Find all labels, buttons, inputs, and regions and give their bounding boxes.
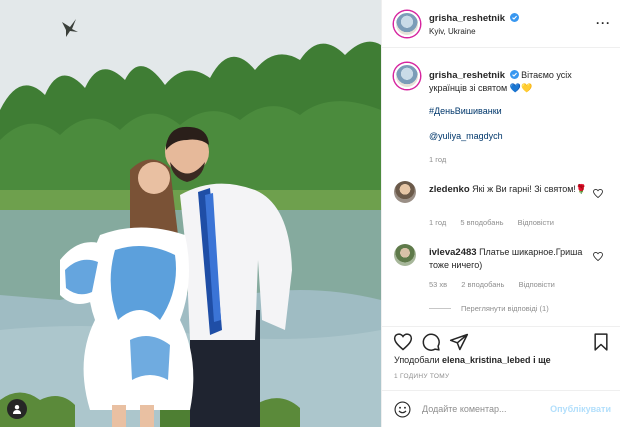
user-tag-button[interactable] xyxy=(7,399,27,419)
likes-suffix[interactable]: і ще xyxy=(533,355,551,365)
user-tag-icon xyxy=(13,405,21,414)
comment-likes[interactable]: 5 вподобань xyxy=(460,218,503,227)
comment-text: zledenko Які ж Ви гарні! Зі святом!🌹 xyxy=(429,183,589,196)
heart-icon[interactable] xyxy=(593,252,603,261)
mention-link[interactable]: @yuliya_magdych xyxy=(429,131,503,141)
hashtag-link[interactable]: #ДеньВишиванки xyxy=(429,106,502,116)
comment-icon[interactable] xyxy=(421,332,441,352)
heart-icon[interactable] xyxy=(593,189,603,198)
more-icon[interactable]: ··· xyxy=(596,17,611,29)
comment-input[interactable] xyxy=(422,399,542,419)
reply-button[interactable]: Відповісти xyxy=(518,218,554,227)
view-replies-label[interactable]: Переглянути відповіді (1) xyxy=(461,304,549,313)
caption-username[interactable]: grisha_reshetnik xyxy=(429,70,505,81)
post-location[interactable]: Kyiv, Ukraine xyxy=(429,27,476,36)
likes-prefix: Уподобали xyxy=(394,355,440,365)
replies-divider xyxy=(429,308,451,309)
caption-text: grisha_reshetnik Вітаємо усіх українців … xyxy=(429,69,609,94)
likes-summary: Уподобали elena_kristina_lebed і ще xyxy=(394,355,551,365)
post-panel: grisha_reshetnik Kyiv, Ukraine ··· grish… xyxy=(381,0,620,427)
publish-button[interactable]: Опублікувати xyxy=(550,404,611,414)
comments-section: grisha_reshetnik Вітаємо усіх українців … xyxy=(382,49,620,326)
commenter-username[interactable]: zledenko xyxy=(429,184,470,195)
photo-scene xyxy=(0,0,381,427)
author-avatar[interactable] xyxy=(394,11,420,37)
likes-user[interactable]: elena_kristina_lebed xyxy=(442,355,531,365)
comment-meta: 1 год 5 вподобань Відповісти xyxy=(429,218,566,227)
bookmark-icon[interactable] xyxy=(591,332,611,352)
author-username[interactable]: grisha_reshetnik xyxy=(429,13,519,24)
heart-icon[interactable] xyxy=(393,332,413,352)
commenter-avatar[interactable] xyxy=(394,244,416,266)
comment-text: ivleva2483 Платье шикарное.Гриша тоже ни… xyxy=(429,246,589,271)
share-icon[interactable] xyxy=(449,332,469,352)
post-header: grisha_reshetnik Kyiv, Ukraine ··· xyxy=(382,0,620,48)
verified-icon xyxy=(509,70,519,79)
comment-body: Які ж Ви гарні! Зі святом!🌹 xyxy=(472,184,588,194)
post-photo[interactable] xyxy=(0,0,381,427)
comment-likes[interactable]: 2 вподобань xyxy=(461,280,504,289)
commenter-username[interactable]: ivleva2483 xyxy=(429,247,477,258)
action-bar xyxy=(382,326,620,352)
post-timestamp[interactable]: 1 ГОДИНУ ТОМУ xyxy=(394,373,449,380)
commenter-avatar[interactable] xyxy=(394,181,416,203)
comment-form: Опублікувати xyxy=(382,390,620,427)
comment-time[interactable]: 1 год xyxy=(429,218,446,227)
reply-button[interactable]: Відповісти xyxy=(519,280,555,289)
emoji-icon[interactable] xyxy=(394,401,411,418)
verified-icon xyxy=(509,13,519,22)
author-username-text[interactable]: grisha_reshetnik xyxy=(429,13,505,24)
comment-time[interactable]: 53 хв xyxy=(429,280,447,289)
view-replies-button[interactable]: Переглянути відповіді (1) xyxy=(429,304,549,313)
comment-meta: 53 хв 2 вподобань Відповісти xyxy=(429,280,567,289)
caption-time[interactable]: 1 год xyxy=(429,155,446,164)
caption-avatar[interactable] xyxy=(394,63,420,89)
